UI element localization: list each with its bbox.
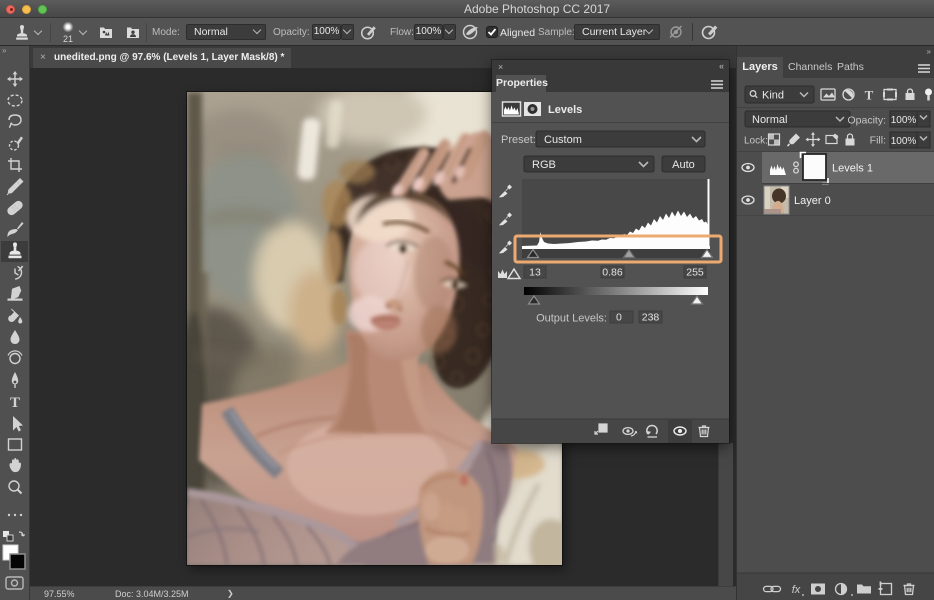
svg-text:Auto: Auto (672, 159, 695, 171)
svg-text:238: 238 (642, 312, 660, 324)
svg-text:T: T (865, 88, 874, 103)
svg-text:100%: 100% (891, 115, 917, 126)
svg-text:Layer 0: Layer 0 (794, 195, 831, 207)
svg-text:Levels 1: Levels 1 (832, 163, 873, 175)
svg-text:255: 255 (686, 267, 704, 279)
svg-text:100%: 100% (891, 136, 917, 147)
svg-text:13: 13 (529, 267, 541, 279)
svg-text:Lock:: Lock: (744, 136, 768, 147)
svg-text:0.86: 0.86 (602, 267, 623, 279)
svg-text:Custom: Custom (544, 134, 582, 146)
svg-text:Levels: Levels (548, 104, 582, 116)
svg-text:Kind: Kind (762, 90, 784, 102)
svg-text:0: 0 (616, 312, 622, 324)
svg-text:RGB: RGB (532, 159, 556, 171)
svg-text:fx: fx (792, 584, 801, 596)
svg-text:Fill:: Fill: (870, 135, 886, 147)
svg-text:Normal: Normal (752, 114, 787, 126)
svg-text:Output Levels:: Output Levels: (536, 313, 607, 325)
svg-text:Preset:: Preset: (501, 134, 536, 146)
svg-text:Opacity:: Opacity: (847, 115, 886, 127)
svg-text:T: T (10, 395, 20, 411)
